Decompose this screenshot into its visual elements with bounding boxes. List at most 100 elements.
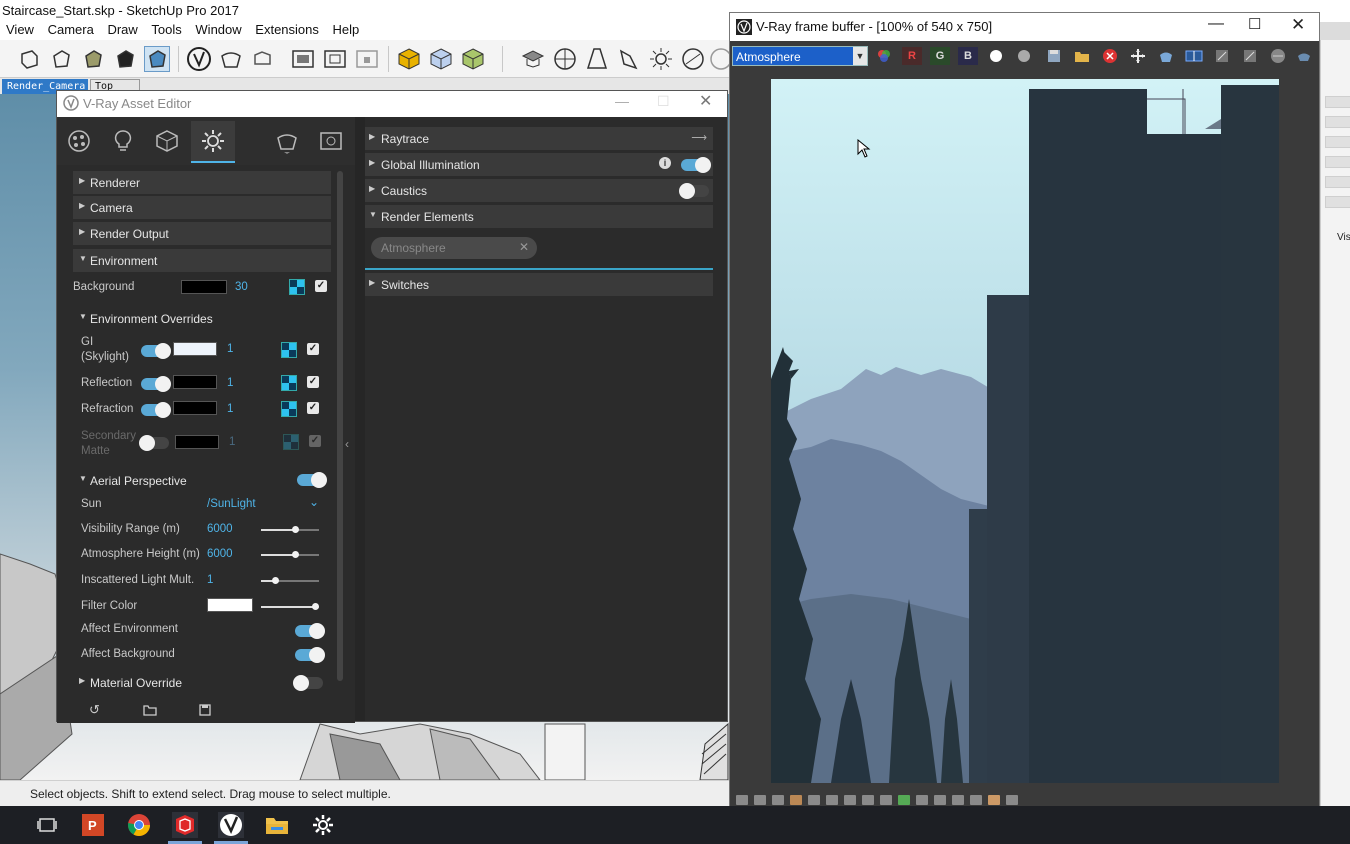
- collapse-panel-icon[interactable]: ‹: [345, 437, 349, 451]
- secondary-matte-color-swatch[interactable]: [175, 435, 219, 449]
- section-render-elements[interactable]: ▼ Render Elements: [365, 205, 713, 228]
- teapot-render-icon[interactable]: [1156, 47, 1176, 65]
- status-icon-3[interactable]: [772, 795, 784, 805]
- gi-checkbox[interactable]: ✓: [307, 343, 319, 355]
- menu-tools[interactable]: Tools: [151, 22, 181, 37]
- section-caustics[interactable]: ▶ Caustics: [365, 179, 713, 202]
- status-icon-16[interactable]: [1006, 795, 1018, 805]
- settings-icon[interactable]: [191, 121, 235, 163]
- save-image-icon[interactable]: [1044, 47, 1064, 65]
- material-override-toggle[interactable]: [293, 675, 323, 691]
- reflection-intensity[interactable]: 1: [227, 377, 233, 389]
- section-environment[interactable]: ▼ Environment: [73, 249, 331, 272]
- render-cloud-icon[interactable]: [250, 46, 276, 72]
- close-icon[interactable]: ✕: [699, 91, 712, 111]
- refraction-toggle[interactable]: [141, 402, 171, 418]
- caustics-toggle[interactable]: [679, 183, 709, 199]
- maximize-icon[interactable]: ☐: [657, 93, 670, 110]
- render-element-atmosphere[interactable]: Atmosphere ✕: [371, 237, 537, 259]
- spot-light-icon[interactable]: [584, 46, 610, 72]
- gi-texture-icon[interactable]: [281, 342, 297, 358]
- gi-intensity[interactable]: 1: [227, 343, 233, 355]
- refraction-color-swatch[interactable]: [173, 401, 217, 415]
- lens-effects-icon[interactable]: [1268, 47, 1288, 65]
- status-icon-15[interactable]: [988, 795, 1000, 805]
- advanced-arrow-icon[interactable]: ⟶: [691, 131, 707, 144]
- tray-label[interactable]: Vis: [1337, 232, 1350, 243]
- sphere-light-icon[interactable]: [396, 46, 422, 72]
- status-icon-8[interactable]: [862, 795, 874, 805]
- chevron-down-icon[interactable]: ⌄: [309, 495, 319, 509]
- frame-buffer-title-bar[interactable]: V-Ray frame buffer - [100% of 540 x 750]: [730, 13, 1319, 41]
- correction-icon[interactable]: [1240, 47, 1260, 65]
- status-icon-7[interactable]: [844, 795, 856, 805]
- cube-blue-icon[interactable]: [428, 46, 454, 72]
- channel-select[interactable]: Atmosphere ▼: [732, 46, 868, 66]
- filter-color-swatch[interactable]: [207, 598, 253, 612]
- status-icon-4[interactable]: [790, 795, 802, 805]
- background-intensity[interactable]: 30: [235, 281, 248, 293]
- xray-icon[interactable]: [16, 46, 42, 72]
- filter-color-slider[interactable]: [261, 603, 319, 610]
- settings-gear-icon[interactable]: [310, 812, 336, 838]
- aerial-perspective-toggle[interactable]: [297, 472, 327, 488]
- vray-taskbar-icon[interactable]: [218, 812, 244, 838]
- section-renderer[interactable]: ▶ Renderer: [73, 171, 331, 194]
- alpha-white-icon[interactable]: [986, 47, 1006, 65]
- status-icon-5[interactable]: [808, 795, 820, 805]
- section-switches[interactable]: ▶ Switches: [365, 273, 713, 296]
- lock-camera-icon[interactable]: [354, 46, 380, 72]
- reflection-checkbox[interactable]: ✓: [307, 376, 319, 388]
- omni-light-icon[interactable]: [648, 46, 674, 72]
- atmosphere-height-slider[interactable]: [261, 551, 319, 558]
- menu-view[interactable]: View: [6, 22, 34, 37]
- vray-render-icon[interactable]: [186, 46, 212, 72]
- secondary-matte-checkbox[interactable]: ✓: [309, 435, 321, 447]
- atmosphere-height-value[interactable]: 6000: [207, 548, 233, 560]
- teapot-small-icon[interactable]: [1294, 47, 1314, 65]
- status-icon-12[interactable]: [934, 795, 946, 805]
- render-teapot-icon[interactable]: [269, 123, 305, 159]
- file-explorer-icon[interactable]: [264, 812, 290, 838]
- gi-enable-toggle[interactable]: [681, 157, 711, 173]
- maximize-icon[interactable]: ☐: [1248, 15, 1261, 33]
- history-icon[interactable]: [1212, 47, 1232, 65]
- chevron-down-icon[interactable]: ▼: [853, 47, 867, 65]
- gi-color-swatch[interactable]: [173, 342, 217, 356]
- inscattered-light-slider[interactable]: [261, 577, 319, 584]
- menu-window[interactable]: Window: [195, 22, 241, 37]
- mesh-light-icon[interactable]: [680, 46, 706, 72]
- blue-channel-button[interactable]: B: [958, 47, 978, 65]
- info-icon[interactable]: i: [659, 157, 671, 169]
- status-icon-9[interactable]: [880, 795, 892, 805]
- status-icon-11[interactable]: [916, 795, 928, 805]
- minimize-icon[interactable]: —: [1208, 15, 1224, 33]
- save-icon[interactable]: [199, 703, 211, 721]
- frame-buffer-icon[interactable]: [290, 46, 316, 72]
- secondary-matte-toggle[interactable]: [139, 435, 169, 451]
- lights-icon[interactable]: [105, 123, 141, 159]
- render-region-icon[interactable]: [322, 46, 348, 72]
- reset-icon[interactable]: ↺: [89, 702, 100, 718]
- ies-light-icon[interactable]: [616, 46, 642, 72]
- secondary-matte-intensity[interactable]: 1: [229, 436, 235, 448]
- color-channels-icon[interactable]: [874, 47, 894, 65]
- status-icon-13[interactable]: [952, 795, 964, 805]
- background-color-swatch[interactable]: [181, 280, 227, 294]
- cube-green-icon[interactable]: [460, 46, 486, 72]
- affect-background-toggle[interactable]: [295, 647, 325, 663]
- load-image-icon[interactable]: [1072, 47, 1092, 65]
- menu-extensions[interactable]: Extensions: [255, 22, 319, 37]
- section-aerial-perspective[interactable]: ▼ Aerial Perspective: [73, 469, 331, 492]
- frame-buffer-open-icon[interactable]: [313, 123, 349, 159]
- background-texture-icon[interactable]: [289, 279, 305, 295]
- close-icon[interactable]: ✕: [1291, 15, 1305, 35]
- sun-dropdown[interactable]: /SunLight: [207, 498, 256, 510]
- interactive-render-icon[interactable]: [218, 46, 244, 72]
- compare-ab-icon[interactable]: [1184, 47, 1204, 65]
- status-icon-6[interactable]: [826, 795, 838, 805]
- materials-icon[interactable]: [61, 123, 97, 159]
- shaded-icon[interactable]: [80, 46, 106, 72]
- inscattered-light-value[interactable]: 1: [207, 574, 213, 586]
- section-camera[interactable]: ▶ Camera: [73, 196, 331, 219]
